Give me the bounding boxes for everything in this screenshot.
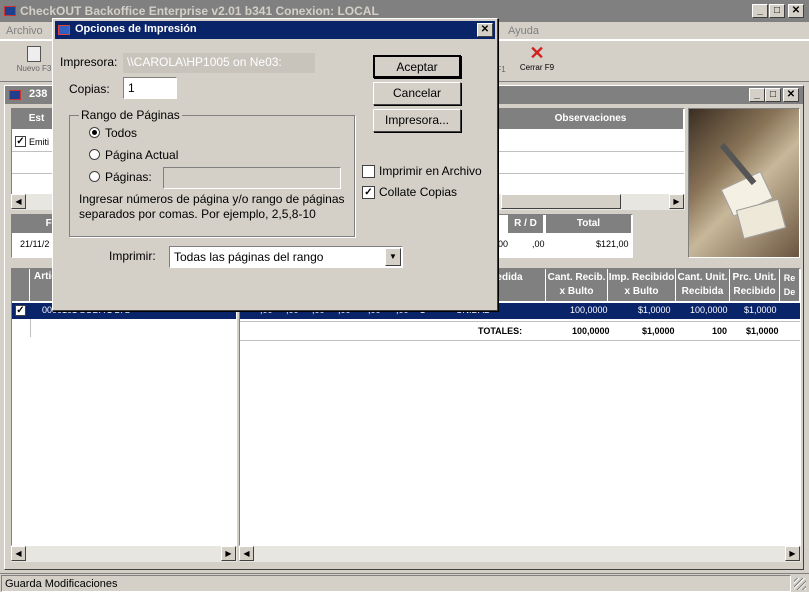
left-hscrollbar[interactable]: ◀ ▶ bbox=[11, 546, 237, 562]
printer-setup-button[interactable]: Impresora... bbox=[373, 109, 461, 132]
dialog-close-button[interactable]: ✕ bbox=[477, 23, 493, 37]
page-range-hint: Ingresar números de página y/o rango de … bbox=[79, 192, 345, 221]
app-title: CheckOUT Backoffice Enterprise v2.01 b34… bbox=[20, 4, 379, 18]
new-button-label: Nuevo F3 bbox=[16, 64, 52, 73]
row-checkbox[interactable]: ✓ bbox=[15, 136, 26, 147]
maximize-button[interactable]: □ bbox=[769, 4, 785, 18]
radio-all-label[interactable]: Todos bbox=[105, 126, 137, 140]
mdi-maximize-button[interactable]: □ bbox=[765, 88, 781, 102]
scroll-thumb[interactable] bbox=[501, 194, 621, 209]
total-value: $121,00 bbox=[596, 239, 629, 249]
cancel-button[interactable]: Cancelar bbox=[373, 82, 461, 105]
pen-shape bbox=[719, 142, 757, 186]
copies-input[interactable]: 1 bbox=[123, 77, 177, 99]
mdi-app-icon bbox=[9, 90, 21, 100]
mdi-close-button[interactable]: ✕ bbox=[783, 88, 799, 102]
menu-ayuda[interactable]: Ayuda bbox=[508, 25, 539, 37]
radio-pages-label[interactable]: Páginas: bbox=[105, 170, 152, 184]
accept-button[interactable]: Aceptar bbox=[373, 55, 461, 78]
partial-value: 00 bbox=[498, 239, 509, 249]
grid-line bbox=[30, 319, 31, 337]
scroll-left-arrow[interactable]: ◀ bbox=[11, 546, 26, 561]
dialog-title: Opciones de Impresión bbox=[75, 23, 197, 35]
red-x-icon: ✕ bbox=[529, 43, 545, 63]
right-hscrollbar[interactable]: ◀ ▶ bbox=[239, 546, 801, 562]
close-button[interactable]: ✕ bbox=[788, 4, 804, 18]
scroll-left-arrow[interactable]: ◀ bbox=[239, 546, 254, 561]
total-imp-bulto: $1,0000 bbox=[642, 326, 675, 336]
menu-archivo[interactable]: Archivo bbox=[6, 25, 43, 37]
printer-label: Impresora: bbox=[60, 55, 118, 69]
radio-all[interactable] bbox=[89, 127, 100, 138]
total-cant-bulto: 100,0000 bbox=[572, 326, 610, 336]
status-bar: Guarda Modificaciones bbox=[0, 573, 809, 592]
row-status-text: Emiti bbox=[29, 137, 49, 147]
pages-input[interactable] bbox=[163, 167, 341, 189]
business-cards-image bbox=[688, 108, 800, 258]
scroll-right-arrow[interactable]: ▶ bbox=[221, 546, 236, 561]
scroll-right-arrow[interactable]: ▶ bbox=[669, 194, 684, 209]
close-f9-button[interactable]: ✕ Cerrar F9 bbox=[514, 43, 560, 81]
rd-value: ,00 bbox=[532, 239, 545, 249]
print-scope-value: Todas las páginas del rango bbox=[174, 250, 324, 264]
mdi-minimize-button[interactable]: _ bbox=[749, 88, 765, 102]
chevron-down-icon[interactable]: ▼ bbox=[385, 248, 401, 266]
radio-current-page-label[interactable]: Página Actual bbox=[105, 148, 178, 162]
new-button[interactable]: Nuevo F3 bbox=[14, 43, 54, 81]
cell-cant-unit: 100,0000 bbox=[690, 305, 728, 315]
dialog-app-icon bbox=[58, 25, 70, 35]
header-total[interactable]: Total bbox=[546, 215, 632, 233]
row-checkbox[interactable]: ✓ bbox=[15, 305, 26, 316]
cell-prc-unit: $1,0000 bbox=[744, 305, 777, 315]
close-f9-label: Cerrar F9 bbox=[519, 63, 555, 72]
print-scope-select[interactable]: Todas las páginas del rango ▼ bbox=[169, 246, 403, 268]
document-icon bbox=[27, 46, 41, 62]
collate-label[interactable]: Collate Copias bbox=[379, 185, 457, 199]
page-range-label: Rango de Páginas bbox=[79, 108, 182, 122]
total-prc-unit: $1,0000 bbox=[746, 326, 779, 336]
print-to-file-checkbox[interactable] bbox=[362, 165, 375, 178]
minimize-button[interactable]: _ bbox=[752, 4, 768, 18]
mdi-title: 238 bbox=[29, 88, 48, 100]
totals-label: TOTALES: bbox=[478, 326, 523, 336]
scroll-left-arrow[interactable]: ◀ bbox=[11, 194, 26, 209]
print-to-file-label[interactable]: Imprimir en Archivo bbox=[379, 164, 482, 178]
header-imp-recibido-bulto[interactable]: Imp. Recibido x Bulto bbox=[608, 269, 676, 301]
copies-label: Copias: bbox=[69, 82, 110, 96]
printer-name-field: \\CAROLA\HP1005 on Ne03: bbox=[123, 53, 315, 73]
print-scope-label: Imprimir: bbox=[109, 249, 156, 263]
cell-imp-bulto: $1,0000 bbox=[638, 305, 671, 315]
header-prc-unit-recibido[interactable]: Prc. Unit. Recibido bbox=[730, 269, 780, 301]
resize-grip[interactable] bbox=[794, 578, 806, 590]
cell-cant-bulto: 100,0000 bbox=[570, 305, 608, 315]
dialog-title-bar: Opciones de Impresión ✕ bbox=[55, 21, 495, 39]
status-text: Guarda Modificaciones bbox=[1, 575, 791, 592]
print-options-dialog: Opciones de Impresión ✕ Impresora: \\CAR… bbox=[52, 18, 498, 311]
header-blank bbox=[12, 269, 30, 301]
header-re-de[interactable]: Re De bbox=[780, 269, 800, 301]
header-rd[interactable]: R / D bbox=[508, 215, 544, 233]
totals-row: TOTALES: 100,0000 $1,0000 100 $1,0000 bbox=[240, 321, 800, 341]
header-cant-unit-recibida[interactable]: Cant. Unit. Recibida bbox=[676, 269, 730, 301]
collate-checkbox[interactable]: ✓ bbox=[362, 186, 375, 199]
total-cant-unit: 100 bbox=[712, 326, 728, 336]
date-value: 21/11/2 bbox=[20, 239, 50, 249]
app-icon bbox=[4, 6, 16, 16]
radio-pages[interactable] bbox=[89, 171, 100, 182]
header-cant-recib-bulto[interactable]: Cant. Recib. x Bulto bbox=[546, 269, 608, 301]
radio-current-page[interactable] bbox=[89, 149, 100, 160]
header-observaciones[interactable]: Observaciones bbox=[498, 109, 684, 129]
scroll-right-arrow[interactable]: ▶ bbox=[785, 546, 800, 561]
